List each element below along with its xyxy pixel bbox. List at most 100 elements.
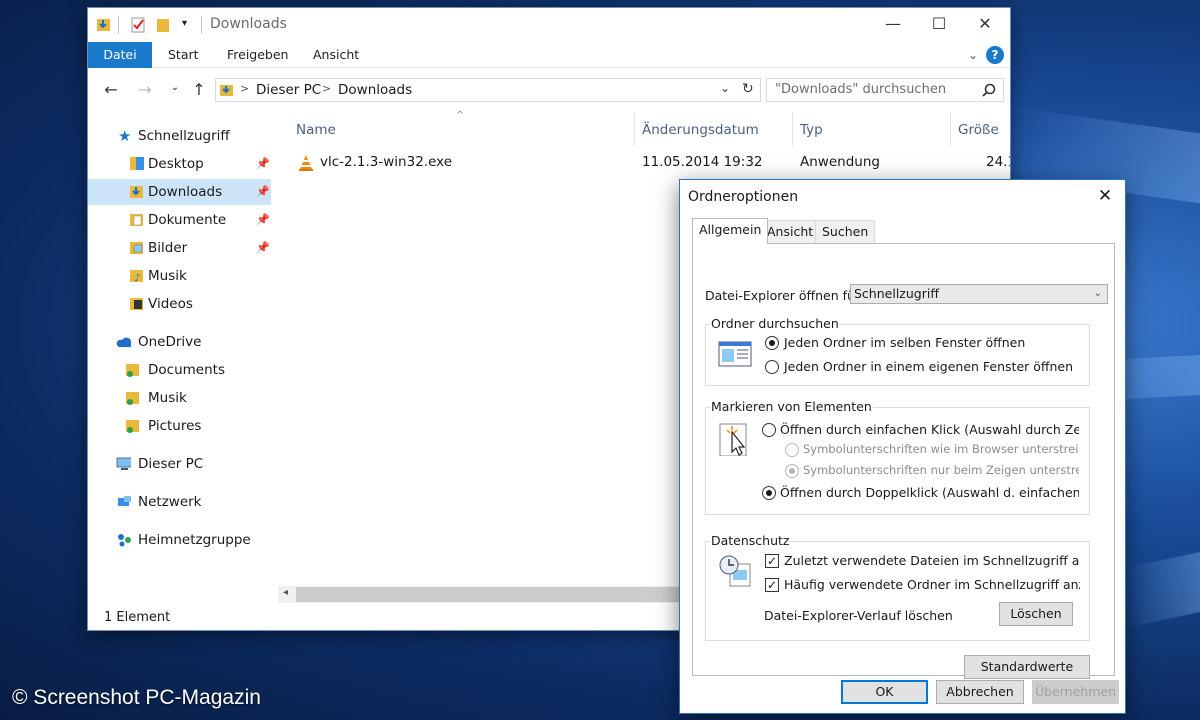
desktop-light-beam: [1125, 552, 1200, 628]
scrollbar-thumb[interactable]: [296, 587, 716, 602]
tab-start[interactable]: Start: [168, 42, 199, 68]
sidebar-item-this-pc[interactable]: Dieser PC: [88, 451, 274, 477]
restore-defaults-button[interactable]: Standardwerte: [964, 655, 1090, 679]
breadcrumb-this-pc[interactable]: Dieser PC: [256, 82, 321, 98]
browse-folders-group: Ordner durchsuchen Jeden Ordner im selbe…: [705, 316, 1090, 386]
privacy-clock-icon: [719, 555, 751, 587]
address-bar[interactable]: > Dieser PC > Downloads ⌄ ↻: [215, 78, 761, 102]
sidebar-item-quick-access[interactable]: ★ Schnellzugriff: [88, 123, 274, 149]
star-icon: ★: [118, 127, 132, 145]
vlc-cone-icon: [299, 155, 313, 171]
sidebar-item-label: Documents: [148, 362, 225, 378]
dialog-title: Ordneroptionen: [688, 189, 799, 205]
sidebar-item-label: Pictures: [148, 418, 202, 434]
tab-share[interactable]: Freigeben: [227, 42, 288, 68]
address-row: ← → ⌄ ↑ > Dieser PC > Downloads ⌄ ↻ "Dow…: [88, 74, 1010, 106]
forward-arrow-icon[interactable]: →: [134, 80, 156, 100]
recent-locations-chevron-icon[interactable]: ⌄: [164, 82, 186, 102]
customize-quick-access-icon[interactable]: ▾: [182, 18, 187, 36]
file-name: vlc-2.1.3-win32.exe: [320, 154, 453, 170]
properties-icon[interactable]: [130, 16, 146, 34]
sidebar-item-videos[interactable]: Videos: [88, 291, 274, 317]
sidebar-item-od-documents[interactable]: Documents: [88, 357, 274, 383]
sidebar-item-desktop[interactable]: Desktop 📌: [88, 151, 274, 177]
privacy-options: ✓ Zuletzt verwendete Dateien im Schnellz…: [764, 550, 1080, 600]
group-title: Ordner durchsuchen: [710, 316, 840, 331]
double-click-radio[interactable]: [762, 486, 776, 500]
single-click-label: Öffnen durch einfachen Klick (Auswahl du…: [780, 422, 1079, 437]
new-folder-icon[interactable]: [156, 16, 170, 34]
column-divider: [792, 112, 793, 146]
help-icon[interactable]: ?: [986, 46, 1004, 64]
tab-view[interactable]: Ansicht: [313, 42, 359, 68]
open-explorer-label: Datei-Explorer öffnen für:: [705, 288, 865, 303]
frequent-folders-checkbox[interactable]: ✓: [765, 578, 779, 592]
homegroup-icon: [118, 534, 131, 547]
file-type: Anwendung: [800, 154, 880, 170]
synced-folder-icon: [126, 392, 139, 405]
double-click-label: Öffnen durch Doppelklick (Auswahl d. ein…: [780, 485, 1079, 500]
dialog-close-icon[interactable]: ✕: [1085, 180, 1125, 212]
tab-general[interactable]: Allgemein: [692, 218, 769, 244]
back-arrow-icon[interactable]: ←: [100, 80, 122, 100]
maximize-button[interactable]: ☐: [916, 8, 962, 40]
expand-ribbon-icon[interactable]: ⌄: [968, 42, 978, 68]
sidebar-item-documents[interactable]: Dokumente 📌: [88, 207, 274, 233]
tab-search[interactable]: Suchen: [815, 220, 876, 244]
search-icon[interactable]: [982, 83, 996, 97]
new-window-label: Jeden Ordner in einem eigenen Fenster öf…: [784, 359, 1074, 374]
sidebar-item-network[interactable]: Netzwerk: [88, 489, 274, 515]
sidebar-item-label: Dieser PC: [138, 456, 204, 472]
column-header-type[interactable]: Typ: [800, 118, 823, 142]
sidebar-item-onedrive[interactable]: OneDrive: [88, 329, 274, 355]
apply-button[interactable]: Übernehmen: [1032, 680, 1119, 704]
breadcrumb-downloads[interactable]: Downloads: [338, 82, 412, 98]
sidebar-item-od-music[interactable]: Musik: [88, 385, 274, 411]
chevron-down-icon: ⌄: [1093, 288, 1102, 299]
new-window-radio[interactable]: [765, 360, 779, 374]
column-header-date[interactable]: Änderungsdatum: [642, 118, 759, 142]
sidebar-item-homegroup[interactable]: Heimnetzgruppe: [88, 527, 274, 553]
downloads-folder-icon: [220, 85, 233, 96]
sidebar-item-od-pictures[interactable]: Pictures: [88, 413, 274, 439]
sidebar-item-label: Downloads: [148, 184, 223, 200]
refresh-icon[interactable]: ↻: [742, 81, 754, 97]
sidebar-item-label: Netzwerk: [138, 494, 202, 510]
group-title: Markieren von Elementen: [710, 399, 873, 414]
up-arrow-icon[interactable]: ↑: [188, 80, 210, 100]
ok-button[interactable]: OK: [841, 680, 928, 704]
search-input[interactable]: "Downloads" durchsuchen: [766, 78, 1004, 102]
general-tab-panel: Datei-Explorer öffnen für: Schnellzugrif…: [692, 243, 1115, 679]
close-button[interactable]: ✕: [962, 8, 1008, 40]
synced-folder-icon: [126, 420, 139, 433]
underline-hover-radio[interactable]: [785, 464, 799, 478]
open-explorer-select[interactable]: Schnellzugriff ⌄: [850, 284, 1108, 304]
frequent-folders-label: Häufig verwendete Ordner im Schnellzugri…: [784, 577, 1080, 592]
cursor-click-icon: [719, 423, 747, 456]
recent-files-checkbox[interactable]: ✓: [765, 554, 779, 568]
tab-file[interactable]: Datei: [88, 42, 152, 68]
synced-folder-icon: [126, 364, 139, 377]
sidebar-item-music[interactable]: ♪ Musik: [88, 263, 274, 289]
same-window-radio[interactable]: [765, 336, 779, 350]
sidebar-item-downloads[interactable]: Downloads 📌: [88, 179, 271, 205]
recent-files-label: Zuletzt verwendete Dateien im Schnellzug…: [784, 553, 1080, 568]
clear-history-button[interactable]: Löschen: [999, 602, 1073, 626]
cancel-button[interactable]: Abbrechen: [936, 680, 1024, 704]
scroll-left-icon[interactable]: ◂: [283, 587, 288, 598]
sidebar-item-pictures[interactable]: Bilder 📌: [88, 235, 274, 261]
privacy-group: Datenschutz ✓ Zuletzt verwendete Dateien…: [705, 533, 1090, 641]
ribbon-tabs: Datei Start Freigeben Ansicht ⌄ ?: [88, 42, 1010, 68]
column-header-size[interactable]: Größe: [958, 118, 999, 142]
tab-view[interactable]: Ansicht: [760, 220, 821, 244]
minimize-button[interactable]: —: [870, 8, 916, 40]
underline-always-radio[interactable]: [785, 443, 799, 457]
folder-download-icon: [97, 19, 110, 31]
file-size: 24.1: [986, 154, 1010, 170]
column-divider: [634, 112, 635, 146]
column-divider: [950, 112, 951, 146]
address-dropdown-icon[interactable]: ⌄: [720, 81, 730, 95]
open-explorer-value: Schnellzugriff: [854, 286, 939, 301]
single-click-radio[interactable]: [762, 423, 776, 437]
column-header-name[interactable]: Name: [296, 118, 336, 142]
